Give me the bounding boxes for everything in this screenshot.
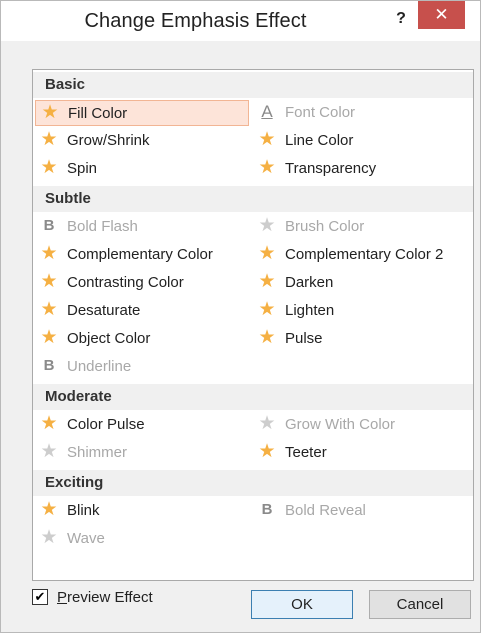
effects-list[interactable]: Basic ★ Fill Color A Font Color ★ Grow/Shrink ★… bbox=[32, 69, 474, 581]
effect-item-spin[interactable]: ★ Spin bbox=[35, 156, 249, 182]
effect-label: Grow With Color bbox=[285, 416, 396, 433]
effect-item-desaturate[interactable]: ★ Desaturate bbox=[35, 298, 249, 324]
star-icon: ★ bbox=[40, 299, 58, 320]
bold-icon: B bbox=[261, 501, 273, 518]
effect-label: Line Color bbox=[285, 132, 354, 149]
star-icon: ★ bbox=[40, 327, 58, 348]
effect-item-line-color[interactable]: ★ Line Color bbox=[253, 128, 467, 154]
effect-item-grow-with-color[interactable]: ★ Grow With Color bbox=[253, 412, 467, 438]
section-label: Basic bbox=[45, 76, 86, 93]
effect-label: Spin bbox=[67, 160, 98, 177]
star-icon: ★ bbox=[258, 299, 276, 320]
effect-label: Complementary Color 2 bbox=[285, 246, 444, 263]
effect-item-teeter[interactable]: ★ Teeter bbox=[253, 440, 467, 466]
star-icon: ★ bbox=[40, 271, 58, 292]
star-icon: ★ bbox=[258, 327, 276, 348]
star-icon: ★ bbox=[40, 441, 58, 462]
effect-label: Lighten bbox=[285, 302, 335, 319]
section-header-basic: Basic bbox=[33, 72, 473, 98]
effect-label: Underline bbox=[67, 358, 132, 375]
effect-label: Shimmer bbox=[67, 444, 128, 461]
effect-item-underline[interactable]: B Underline bbox=[35, 354, 249, 380]
cancel-button[interactable]: Cancel bbox=[369, 590, 471, 619]
title-bar[interactable]: Change Emphasis Effect ? ✕ bbox=[1, 1, 480, 41]
bold-icon: B bbox=[43, 217, 55, 234]
effect-label: Complementary Color bbox=[67, 246, 213, 263]
star-icon: ★ bbox=[40, 243, 58, 264]
effect-item-bold-reveal[interactable]: B Bold Reveal bbox=[253, 498, 467, 524]
effect-label: Fill Color bbox=[68, 105, 128, 122]
effect-item-darken[interactable]: ★ Darken bbox=[253, 270, 467, 296]
effect-item-blink[interactable]: ★ Blink bbox=[35, 498, 249, 524]
effect-item-color-pulse[interactable]: ★ Color Pulse bbox=[35, 412, 249, 438]
star-icon: ★ bbox=[258, 441, 276, 462]
effect-label: Grow/Shrink bbox=[67, 132, 150, 149]
effect-item-complementary-color[interactable]: ★ Complementary Color bbox=[35, 242, 249, 268]
star-icon: ★ bbox=[41, 102, 59, 123]
section-label: Subtle bbox=[45, 190, 91, 207]
star-icon: ★ bbox=[40, 499, 58, 520]
section-header-subtle: Subtle bbox=[33, 186, 473, 212]
effect-item-grow-shrink[interactable]: ★ Grow/Shrink bbox=[35, 128, 249, 154]
effect-label: Bold Reveal bbox=[285, 502, 366, 519]
star-icon: ★ bbox=[40, 129, 58, 150]
ok-button[interactable]: OK bbox=[251, 590, 353, 619]
star-icon: ★ bbox=[258, 271, 276, 292]
star-icon: ★ bbox=[258, 243, 276, 264]
star-icon: ★ bbox=[258, 157, 276, 178]
effect-item-fill-color[interactable]: ★ Fill Color bbox=[35, 100, 249, 126]
effect-label: Object Color bbox=[67, 330, 151, 347]
dialog-footer: ✔ Preview Effect OK Cancel bbox=[1, 581, 480, 632]
star-icon: ★ bbox=[40, 157, 58, 178]
effect-label: Brush Color bbox=[285, 218, 365, 235]
effect-label: Desaturate bbox=[67, 302, 141, 319]
effect-label: Color Pulse bbox=[67, 416, 145, 433]
effect-label: Wave bbox=[67, 530, 105, 547]
star-icon: ★ bbox=[40, 527, 58, 548]
effect-item-font-color[interactable]: A Font Color bbox=[253, 100, 467, 126]
star-icon: ★ bbox=[258, 413, 276, 434]
effect-label: Bold Flash bbox=[67, 218, 138, 235]
effect-label: Transparency bbox=[285, 160, 377, 177]
preview-effect-label[interactable]: Preview Effect bbox=[57, 589, 153, 606]
effect-item-bold-flash[interactable]: B Bold Flash bbox=[35, 214, 249, 240]
section-header-exciting: Exciting bbox=[33, 470, 473, 496]
effect-label: Font Color bbox=[285, 104, 356, 121]
close-icon: ✕ bbox=[434, 5, 449, 24]
effect-item-pulse[interactable]: ★ Pulse bbox=[253, 326, 467, 352]
effect-item-transparency[interactable]: ★ Transparency bbox=[253, 156, 467, 182]
effect-item-shimmer[interactable]: ★ Shimmer bbox=[35, 440, 249, 466]
section-label: Exciting bbox=[45, 474, 104, 491]
effect-item-object-color[interactable]: ★ Object Color bbox=[35, 326, 249, 352]
star-icon: ★ bbox=[258, 215, 276, 236]
section-label: Moderate bbox=[45, 388, 112, 405]
dialog-title: Change Emphasis Effect bbox=[84, 10, 307, 32]
effect-item-lighten[interactable]: ★ Lighten bbox=[253, 298, 467, 324]
effect-item-wave[interactable]: ★ Wave bbox=[35, 526, 249, 552]
effect-label: Darken bbox=[285, 274, 334, 291]
effect-item-contrasting-color[interactable]: ★ Contrasting Color bbox=[35, 270, 249, 296]
close-button[interactable]: ✕ bbox=[418, 1, 465, 29]
font-color-icon: A bbox=[261, 102, 273, 121]
effect-label: Blink bbox=[67, 502, 100, 519]
effect-label: Pulse bbox=[285, 330, 323, 347]
preview-effect-checkbox[interactable]: ✔ bbox=[32, 589, 48, 605]
effect-label: Contrasting Color bbox=[67, 274, 184, 291]
change-emphasis-effect-dialog: Change Emphasis Effect ? ✕ Basic ★ Fill Co… bbox=[0, 0, 481, 633]
star-icon: ★ bbox=[258, 129, 276, 150]
effect-item-complementary-color-2[interactable]: ★ Complementary Color 2 bbox=[253, 242, 467, 268]
effect-item-brush-color[interactable]: ★ Brush Color bbox=[253, 214, 467, 240]
effect-label: Teeter bbox=[285, 444, 327, 461]
help-button[interactable]: ? bbox=[389, 7, 413, 31]
section-header-moderate: Moderate bbox=[33, 384, 473, 410]
bold-icon: B bbox=[43, 357, 55, 374]
star-icon: ★ bbox=[40, 413, 58, 434]
